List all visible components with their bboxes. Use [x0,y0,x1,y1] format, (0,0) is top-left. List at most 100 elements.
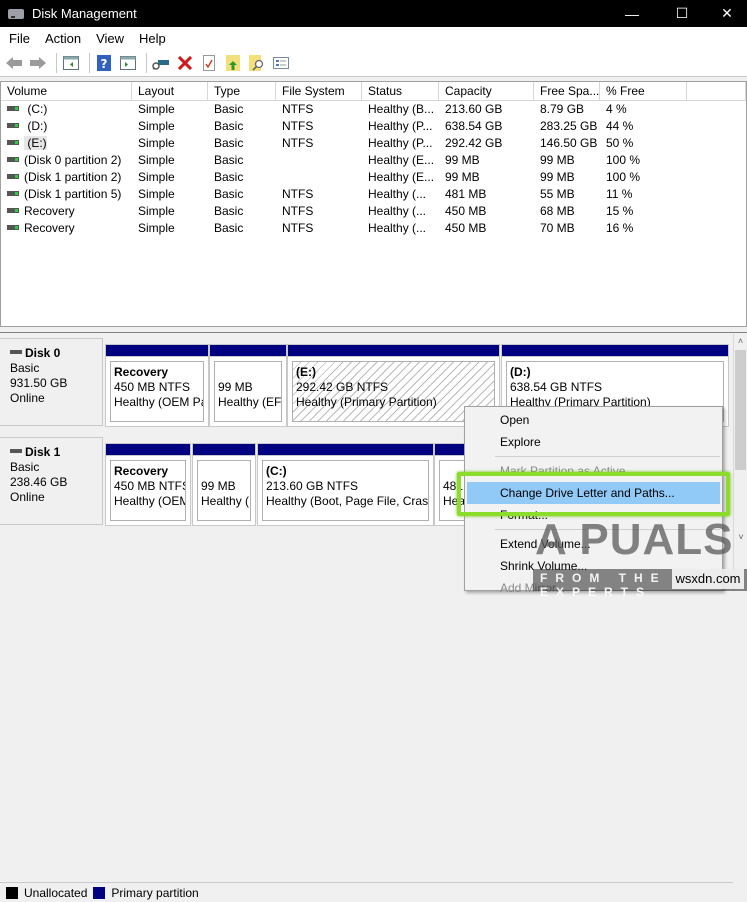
column-header-percent-free[interactable]: % Free [600,82,687,100]
back-arrow-icon[interactable] [4,53,24,73]
menu-file[interactable]: File [9,31,30,46]
cell-status: Healthy (E... [368,170,435,184]
partition-name [201,464,247,479]
table-row[interactable]: (D:) Simple Basic NTFS Healthy (P... 638.54 G… [1,118,746,135]
cell-percent-free: 100 % [606,153,641,167]
cell-layout: Simple [138,187,175,201]
partition-size: 99 MB [218,380,253,394]
column-header-filler [687,82,746,100]
partition-block[interactable]: 99 MB Healthy (EFI [209,344,287,427]
column-header-file-system[interactable]: File System [276,82,362,100]
cell-percent-free: 100 % [606,170,641,184]
menu-help[interactable]: Help [139,31,166,46]
scroll-down-icon[interactable]: ˅ [734,530,747,544]
disk-state: Online [10,490,45,504]
table-row[interactable]: Recovery Simple Basic NTFS Healthy (... 450 M… [1,203,746,220]
cell-volume: (D:) [1,118,132,135]
cell-type: Basic [214,187,244,201]
cell-free-space: 8.79 GB [540,102,585,116]
cell-layout: Simple [138,102,175,116]
delete-icon[interactable] [175,53,195,73]
volume-name: (Disk 1 partition 5) [24,187,122,201]
column-header-layout[interactable]: Layout [132,82,208,100]
minimize-button[interactable]: — [609,0,655,27]
volume-name: (Disk 1 partition 2) [24,170,122,184]
scrollbar-thumb[interactable] [735,350,746,470]
volume-icon [7,123,19,129]
list-view-icon[interactable] [271,53,291,73]
maximize-button[interactable]: ☐ [659,0,705,27]
import-icon[interactable] [223,53,243,73]
cell-volume: (E:) [1,135,132,152]
partition-name: Recovery [114,464,169,478]
table-row[interactable]: (Disk 1 partition 2) Simple Basic Healthy (… [1,169,746,186]
disk-type: Basic [10,361,40,375]
column-header-status[interactable]: Status [362,82,439,100]
partition-block[interactable]: Recovery 450 MB NTFS Healthy (OEM Pa [105,344,209,427]
legend-swatch-primary [93,886,106,899]
window-title: Disk Management [32,6,137,21]
cell-file-system [276,169,362,186]
partition-details: 99 MB Healthy ( [197,460,251,521]
column-header-volume[interactable]: Volume [1,82,132,100]
menu-item-explore[interactable]: Explore [467,431,720,453]
table-row[interactable]: Recovery Simple Basic NTFS Healthy (... 450 M… [1,220,746,237]
disk-size: 931.50 GB [10,376,68,390]
table-row[interactable]: (C:) Simple Basic NTFS Healthy (B... 213.60 G… [1,101,746,118]
table-row[interactable]: (Disk 0 partition 2) Simple Basic Healthy (… [1,152,746,169]
volume-name: (D:) [24,119,48,133]
show-hide-console-tree-icon[interactable] [61,53,81,73]
show-hide-action-pane-icon[interactable] [118,53,138,73]
volume-icon [7,191,19,197]
partition-block[interactable]: (C:) 213.60 GB NTFS Healthy (Boot, Page Fi… [257,443,434,526]
toolbar-separator [146,53,147,73]
partition-size: 213.60 GB NTFS [266,479,359,493]
pane-splitter[interactable] [0,327,747,333]
cell-percent-free: 11 % [606,187,633,201]
cell-status: Healthy (B... [368,102,435,116]
cell-volume: (C:) [1,101,132,118]
partition-type-bar [210,345,286,357]
svg-text:?: ? [101,57,108,71]
cell-free-space: 55 MB [540,187,575,201]
disk-management-app-icon [8,7,26,21]
volume-list: Volume Layout Type File System Status Ca… [0,81,747,327]
connect-disk-icon[interactable] [151,53,171,73]
cell-capacity: 99 MB [445,153,480,167]
column-header-free-space[interactable]: Free Spa... [534,82,600,100]
forward-arrow-icon[interactable] [28,53,48,73]
properties-icon[interactable] [199,53,219,73]
partition-status: Healthy (Boot, Page File, Crash [266,494,429,508]
partition-block[interactable]: Recovery 450 MB NTFS Healthy (OEM [105,443,191,526]
column-header-type[interactable]: Type [208,82,276,100]
cell-status: Healthy (P... [368,119,433,133]
search-icon[interactable] [247,53,267,73]
help-icon[interactable]: ? [94,53,114,73]
table-row[interactable]: (Disk 1 partition 5) Simple Basic NTFS Healt… [1,186,746,203]
disk-panel-scrollbar[interactable]: ˄ ˅ [733,334,747,591]
partition-size: 450 MB NTFS [114,479,186,493]
watermark-brand: A PUALS [535,515,734,564]
cell-free-space: 283.25 GB [540,119,598,133]
menu-item-open[interactable]: Open [467,409,720,431]
scroll-up-icon[interactable]: ˄ [734,334,747,348]
table-row[interactable]: (E:) Simple Basic NTFS Healthy (P... 292.42 G… [1,135,746,152]
menu-separator [495,456,720,457]
partition-block[interactable]: 99 MB Healthy ( [192,443,256,526]
partition-details: Recovery 450 MB NTFS Healthy (OEM [110,460,186,521]
menu-view[interactable]: View [96,31,124,46]
cell-type: Basic [214,102,244,116]
cell-layout: Simple [138,170,175,184]
menu-action[interactable]: Action [45,31,81,46]
cell-free-space: 146.50 GB [540,136,598,150]
partition-name: (C:) [266,464,287,478]
cell-percent-free: 15 % [606,204,634,218]
legend-swatch-unallocated [6,886,18,899]
disk-info[interactable]: Disk 1 Basic 238.46 GB Online [0,437,103,525]
close-button[interactable]: ✕ [704,0,747,27]
column-header-capacity[interactable]: Capacity [439,82,534,100]
partition-size: 450 MB NTFS [114,380,191,394]
cell-file-system: NTFS [282,187,314,201]
disk-info[interactable]: Disk 0 Basic 931.50 GB Online [0,338,103,426]
disk-size: 238.46 GB [10,475,68,489]
